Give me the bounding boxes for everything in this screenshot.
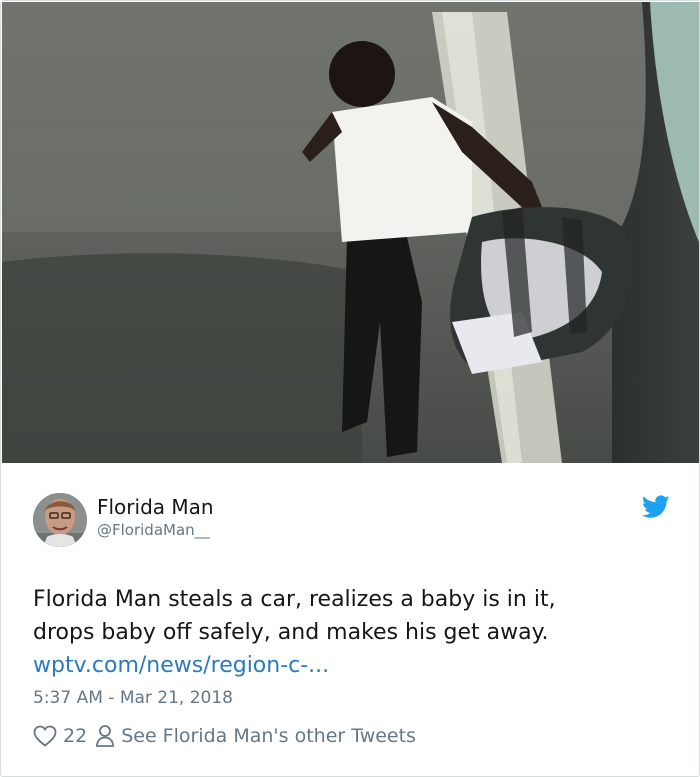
- tweet-body: Florida Man @FloridaMan__ Florida Man st…: [1, 463, 699, 776]
- heart-icon[interactable]: [33, 725, 57, 747]
- avatar-image: [33, 493, 87, 547]
- tweet-photo[interactable]: [2, 2, 699, 463]
- tweet-card: Florida Man @FloridaMan__ Florida Man st…: [0, 0, 700, 777]
- like-count: 22: [63, 725, 88, 747]
- person-icon: [95, 724, 115, 748]
- tweet-text-line-2: drops baby off safely, and makes his get…: [33, 620, 549, 645]
- tweet-actions: 22 See Florida Man's other Tweets: [33, 722, 416, 750]
- surveillance-photo: [2, 2, 699, 463]
- tweet-text-line-1: Florida Man steals a car, realizes a bab…: [33, 587, 556, 612]
- other-tweets-link[interactable]: See Florida Man's other Tweets: [121, 725, 416, 747]
- twitter-bird-icon[interactable]: [642, 495, 670, 519]
- tweet-text: Florida Man steals a car, realizes a bab…: [33, 583, 673, 682]
- author-handle[interactable]: @FloridaMan__: [97, 521, 210, 539]
- avatar[interactable]: [33, 493, 87, 547]
- author-display-name[interactable]: Florida Man: [97, 495, 214, 519]
- tweet-link[interactable]: wptv.com/news/region-c-...: [33, 653, 329, 678]
- tweet-timestamp[interactable]: 5:37 AM - Mar 21, 2018: [33, 687, 233, 709]
